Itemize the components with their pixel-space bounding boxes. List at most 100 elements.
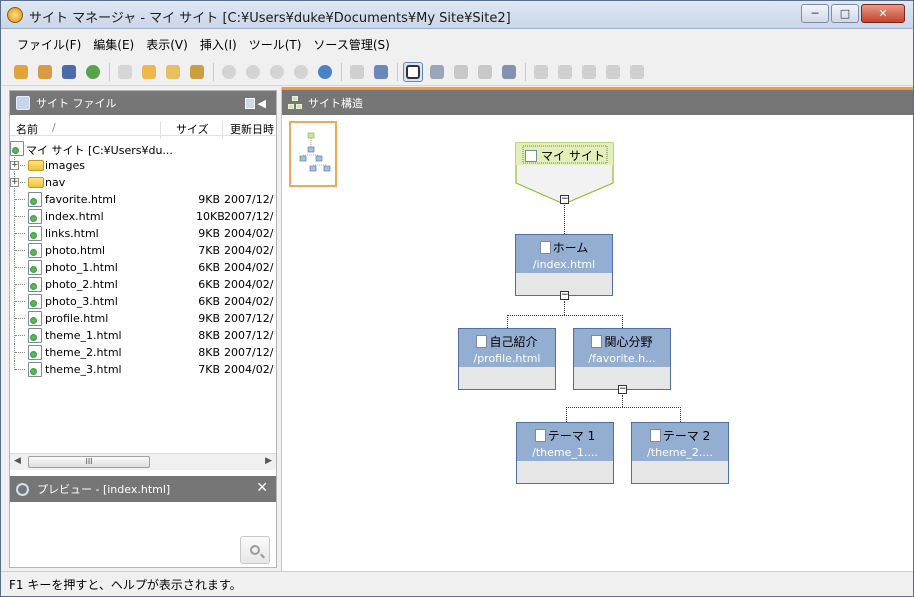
preview-close-icon[interactable]: ✕ [256, 480, 268, 496]
page-icon [534, 429, 546, 442]
column-divider[interactable] [160, 121, 161, 139]
horizontal-scrollbar[interactable]: ◀ III ▶ [10, 453, 276, 470]
site-icon [525, 150, 538, 162]
site-files-pane: サイト ファイル ◀ 名前 / サイズ 更新日時 マイ サイト [C:¥User… [9, 90, 277, 568]
file-row[interactable]: photo_3.html 6KB 2004/02/ [10, 293, 276, 310]
scroll-thumb[interactable]: III [28, 456, 150, 468]
duplicate-icon[interactable] [579, 62, 599, 82]
window-controls: ─ □ ✕ [799, 4, 905, 23]
file-row[interactable]: links.html 9KB 2004/02/ [10, 225, 276, 242]
folder-row[interactable]: + images [10, 157, 276, 174]
copy-icon[interactable] [531, 62, 551, 82]
refresh-icon[interactable] [267, 62, 287, 82]
file-date: 2007/12/ [224, 210, 274, 223]
publish-icon[interactable] [83, 62, 103, 82]
connector [566, 407, 681, 408]
new-page-icon[interactable] [139, 62, 159, 82]
node-label: テーマ 1 [517, 427, 613, 444]
file-row[interactable]: photo_2.html 6KB 2004/02/ [10, 276, 276, 293]
back-icon[interactable] [219, 62, 239, 82]
sort-indicator: / [52, 121, 56, 134]
magnifier-icon [16, 482, 29, 496]
menu-view[interactable]: 表示(V) [140, 36, 194, 53]
node-theme-1[interactable]: テーマ 1 /theme_1.... [516, 422, 614, 484]
sync-icon[interactable] [315, 62, 335, 82]
file-row[interactable]: theme_2.html 8KB 2007/12/ [10, 344, 276, 361]
node-theme-2[interactable]: テーマ 2 /theme_2.... [631, 422, 729, 484]
pane-options-icon[interactable]: ◀ [244, 96, 266, 110]
expand-icon[interactable]: + [10, 161, 19, 170]
preview-icon[interactable] [371, 62, 391, 82]
menu-edit[interactable]: 編集(E) [87, 36, 140, 53]
menu-tools[interactable]: ツール(T) [243, 36, 308, 53]
tree-view-icon[interactable] [427, 62, 447, 82]
preview-header: プレビュー - [index.html] ✕ [10, 476, 276, 502]
menu-insert[interactable]: 挿入(I) [194, 36, 243, 53]
stop-icon[interactable] [243, 62, 263, 82]
node-home[interactable]: ホーム /index.html [515, 234, 613, 296]
tree-root[interactable]: マイ サイト [C:¥Users¥du... [10, 140, 276, 157]
file-name: theme_2.html [45, 346, 122, 359]
expand-icon[interactable]: + [10, 178, 19, 187]
node-label: テーマ 2 [632, 427, 728, 444]
root-node[interactable]: マイ サイト [515, 147, 615, 164]
arrange-icon[interactable] [499, 62, 519, 82]
menu-source-control[interactable]: ソース管理(S) [307, 36, 395, 53]
file-row[interactable]: theme_3.html 7KB 2004/02/ [10, 361, 276, 378]
collapse-icon[interactable]: − [560, 291, 569, 300]
scroll-left-icon[interactable]: ◀ [14, 456, 21, 466]
file-name: photo_3.html [45, 295, 118, 308]
file-row[interactable]: photo.html 7KB 2004/02/ [10, 242, 276, 259]
folder-row[interactable]: + nav [10, 174, 276, 191]
column-modified[interactable]: 更新日時 [230, 121, 274, 137]
toolbar [1, 58, 913, 86]
html-file-icon [28, 277, 42, 292]
collapse-icon[interactable]: − [618, 385, 627, 394]
toolbar-separator [341, 62, 342, 81]
paste-icon[interactable] [555, 62, 575, 82]
print-icon[interactable] [347, 62, 367, 82]
site-structure-icon[interactable] [403, 61, 423, 82]
file-row[interactable]: photo_1.html 6KB 2004/02/ [10, 259, 276, 276]
node-favorite[interactable]: 関心分野 /favorite.h... [573, 328, 671, 390]
collapse-icon[interactable]: − [560, 195, 569, 204]
flow-view-icon[interactable] [451, 62, 471, 82]
title-bar[interactable]: サイト マネージャ - マイ サイト [C:¥Users¥duke¥Docume… [1, 1, 913, 29]
html-file-icon [28, 192, 42, 207]
scroll-right-icon[interactable]: ▶ [265, 456, 272, 466]
tree-line [14, 208, 28, 225]
search-icon[interactable] [291, 62, 311, 82]
file-row[interactable]: favorite.html 9KB 2007/12/ [10, 191, 276, 208]
node-path: /theme_1.... [532, 446, 598, 459]
column-divider[interactable] [222, 121, 223, 139]
connector [564, 301, 565, 315]
open-site-icon[interactable] [35, 62, 55, 82]
column-size[interactable]: サイズ [176, 121, 209, 137]
status-bar: F1 キーを押すと、ヘルプが表示されます。 [1, 571, 913, 596]
column-name[interactable]: 名前 [16, 121, 38, 137]
window-title: サイト マネージャ - マイ サイト [C:¥Users¥duke¥Docume… [29, 11, 511, 26]
menu-file[interactable]: ファイル(F) [11, 36, 87, 53]
delete-icon[interactable] [627, 62, 647, 82]
hierarchy-icon[interactable] [475, 62, 495, 82]
open-folder-icon[interactable] [163, 62, 183, 82]
file-row[interactable]: index.html 10KB 2007/12/ [10, 208, 276, 225]
minimize-button[interactable]: ─ [801, 4, 829, 23]
save-icon[interactable] [59, 62, 79, 82]
toolbar-separator [397, 62, 398, 81]
node-profile[interactable]: 自己紹介 /profile.html [458, 328, 556, 390]
file-row[interactable]: profile.html 9KB 2007/12/ [10, 310, 276, 327]
new-folder-icon[interactable] [115, 62, 135, 82]
move-icon[interactable] [603, 62, 623, 82]
connector [507, 315, 623, 316]
file-row[interactable]: theme_1.html 8KB 2007/12/ [10, 327, 276, 344]
maximize-button[interactable]: □ [831, 4, 859, 23]
structure-thumbnail[interactable] [289, 121, 337, 187]
new-site-icon[interactable] [11, 62, 31, 82]
close-button[interactable]: ✕ [861, 4, 905, 23]
connector [622, 315, 623, 328]
connector [566, 407, 567, 422]
wizard-icon[interactable] [187, 62, 207, 82]
zoom-preview-button[interactable] [240, 536, 270, 564]
file-name: profile.html [45, 312, 109, 325]
